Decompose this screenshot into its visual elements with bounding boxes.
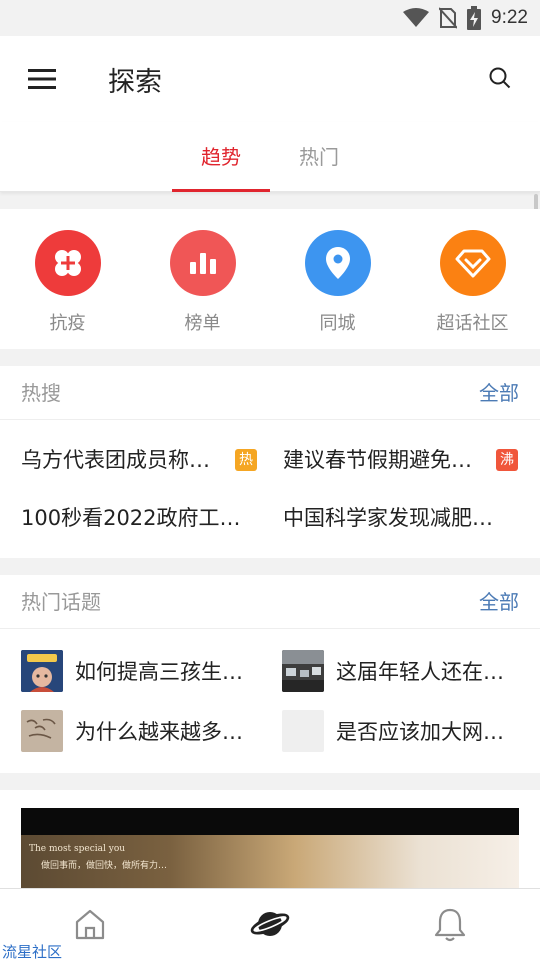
topic-text: 为什么越来越多… (75, 720, 243, 744)
bar-chart-icon (189, 253, 216, 274)
cartoon-thumbnail (21, 650, 63, 692)
shortcut-circle (304, 230, 371, 296)
shortcut-circle (34, 230, 101, 296)
page-title: 探索 (108, 66, 162, 98)
no-sim-icon (439, 7, 458, 29)
battery-charging-icon (467, 6, 482, 30)
hot-search-header: 热搜 全部 (0, 366, 540, 420)
clover-icon (54, 250, 81, 276)
feed-image[interactable]: The most special you 做回事而，做回快，做所有力… (21, 808, 519, 888)
menu-button[interactable] (20, 57, 64, 101)
watermark-text: 流星社区 (2, 943, 63, 960)
hot-search-title: 热搜 (21, 381, 61, 405)
feed-image-topbar (21, 808, 519, 835)
hot-search-item[interactable]: 乌方代表团成员称… (21, 440, 221, 480)
hot-search-item[interactable]: 中国科学家发现减肥… (283, 498, 513, 538)
boiling-badge: 沸 (496, 449, 518, 471)
calligraphy-thumbnail (21, 710, 63, 752)
hamburger-menu-icon (28, 69, 56, 89)
wifi-icon (403, 8, 430, 27)
shortcut-rankings[interactable]: 榜单 (135, 209, 270, 349)
feed-subcaption: 做回事而，做回快，做所有力… (41, 861, 168, 871)
hot-search-card: 热搜 全部 乌方代表团成员称… 热 建议春节假期避免… 沸 100秒看2022政… (0, 366, 540, 558)
home-icon (75, 909, 105, 940)
tab-trending[interactable]: 趋势 (172, 122, 270, 192)
shortcut-circle (169, 230, 236, 296)
topic-text: 这届年轻人还在… (336, 660, 504, 684)
search-icon (489, 67, 511, 89)
hot-search-item[interactable]: 建议春节假期避免… (283, 440, 487, 480)
hot-topics-title: 热门话题 (21, 590, 101, 614)
shortcut-label: 超话社区 (436, 313, 509, 334)
hot-search-view-all[interactable]: 全部 (479, 366, 519, 420)
tab-popular[interactable]: 热门 (270, 122, 368, 192)
shortcut-grid: 抗疫 榜单 同城 超话社区 (0, 209, 540, 349)
hot-search-text: 乌方代表团成员称… (21, 448, 210, 472)
nav-discover[interactable] (180, 889, 360, 960)
shortcut-circle (439, 230, 506, 296)
feed-card[interactable]: The most special you 做回事而，做回快，做所有力… (0, 790, 540, 888)
topic-item[interactable]: 如何提高三孩生… (21, 650, 257, 692)
search-button[interactable] (480, 58, 520, 98)
hot-badge: 热 (235, 449, 257, 471)
planet-icon (250, 912, 290, 936)
shortcut-label: 榜单 (184, 313, 221, 334)
location-pin-icon (325, 247, 350, 279)
topic-text: 如何提高三孩生… (75, 660, 243, 684)
shortcut-label: 抗疫 (49, 313, 86, 334)
status-bar: 9:22 (0, 0, 540, 36)
hot-search-text: 建议春节假期避免… (283, 448, 472, 472)
hot-search-text: 中国科学家发现减肥… (283, 506, 493, 530)
bell-icon (434, 908, 466, 942)
bottom-navigation (0, 888, 540, 960)
topic-item[interactable]: 为什么越来越多… (21, 710, 257, 752)
topic-text: 是否应该加大网… (336, 720, 504, 744)
hot-search-text: 100秒看2022政府工… (21, 506, 241, 530)
app-bar: 探索 (0, 36, 540, 122)
shortcut-anti-epidemic[interactable]: 抗疫 (0, 209, 135, 349)
shortcut-label: 同城 (319, 313, 356, 334)
topic-item[interactable]: 这届年轻人还在… (282, 650, 518, 692)
office-photo-thumbnail (282, 650, 324, 692)
hot-topics-view-all[interactable]: 全部 (479, 575, 519, 629)
hot-topics-header: 热门话题 全部 (0, 575, 540, 629)
shortcut-super-topics[interactable]: 超话社区 (405, 209, 540, 349)
nav-notifications[interactable] (360, 889, 540, 960)
hot-topics-card: 热门话题 全部 如何提高三孩生… 这届年轻人还在… 为什么越来越多… 是否应该加… (0, 575, 540, 773)
hot-search-item[interactable]: 100秒看2022政府工… (21, 498, 249, 538)
feed-caption: The most special you (29, 844, 126, 854)
shortcut-local[interactable]: 同城 (270, 209, 405, 349)
blank-thumbnail (282, 710, 324, 752)
status-time: 9:22 (491, 7, 528, 28)
tab-bar: 趋势 热门 (0, 122, 540, 192)
active-tab-indicator (172, 189, 270, 192)
diamond-icon (455, 249, 490, 278)
topic-item[interactable]: 是否应该加大网… (282, 710, 518, 752)
